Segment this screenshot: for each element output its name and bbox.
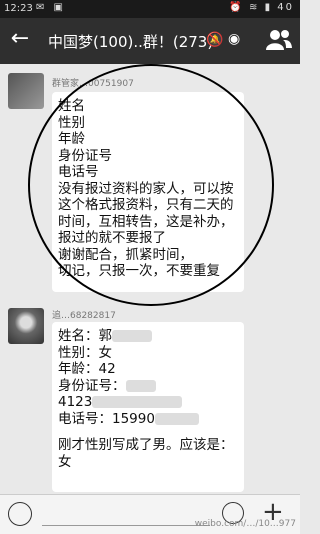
message-line: 性别 <box>58 114 85 131</box>
earpiece-icon: ◉ <box>228 31 241 47</box>
chat-title: 中国梦(100)..群！(273) <box>48 33 214 51</box>
back-arrow-icon[interactable]: ← <box>8 28 32 52</box>
avatar[interactable] <box>8 308 44 344</box>
message-line: 没有报过资料的家人，可以按 <box>58 180 234 197</box>
message-input[interactable] <box>42 525 210 526</box>
redaction-blur <box>125 379 156 392</box>
avatar[interactable] <box>8 73 44 109</box>
message-line: 身份证号 <box>58 147 112 164</box>
message-line: 4123 <box>58 394 238 411</box>
message-line: 性别：女 <box>58 344 112 361</box>
redaction-blur <box>112 330 152 342</box>
message-line: 女 <box>58 453 72 470</box>
message-line: 报过的就不要报了 <box>58 230 166 246</box>
signal-icon: ▮ <box>264 2 273 13</box>
message-line: 姓名：郭 <box>58 328 238 345</box>
message-line: 时间，互相转告，这是补办， <box>58 213 234 230</box>
redaction-blur <box>154 412 199 425</box>
chat-header: ← 中国梦(100)..群！(273) 🔕 ◉ <box>0 18 300 64</box>
message-line: 刚才性别写成了男。应该是： <box>58 437 234 453</box>
message-bubble[interactable]: 姓名 性别 年龄 身份证号 电话号 没有报过资料的家人，可以按 这个格式报资料，… <box>52 92 244 292</box>
clock: 12:23 <box>4 3 33 14</box>
battery-level: 40 <box>277 2 294 13</box>
redaction-blur <box>92 396 183 408</box>
message-line: 身份证号： <box>58 378 238 395</box>
group-members-icon[interactable] <box>266 28 292 52</box>
message-bubble[interactable]: 姓名：郭 性别：女 年龄：42 身份证号： 4123 电话号：15990 刚才性… <box>52 322 244 492</box>
message-line: 姓名 <box>58 98 85 114</box>
mute-icon: 🔕 <box>206 32 224 48</box>
message-line: 谢谢配合，抓紧时间， <box>58 246 193 263</box>
message-line: 切记，只报一次，不要重复 <box>58 263 220 279</box>
voice-icon[interactable] <box>8 502 32 526</box>
message-line: 年龄：42 <box>58 361 116 377</box>
alarm-icon: ⏰ <box>229 2 244 13</box>
wifi-icon: ≋ <box>248 2 260 13</box>
status-bar: 12:23 ✉ ▣ ⏰ ≋ ▮ 40 <box>0 0 300 18</box>
watermark: weibo.com/…/10…977 <box>194 519 296 529</box>
message-line: 电话号：15990 <box>58 411 238 428</box>
sender-nickname: 追…68282817 <box>52 311 116 321</box>
message-line: 这个格式报资料，只有二天的 <box>58 197 234 213</box>
notification-icons: ✉ ▣ <box>36 2 67 13</box>
message-line: 电话号 <box>58 164 99 180</box>
sender-nickname: 群管家…00751907 <box>52 79 134 89</box>
status-right: ⏰ ≋ ▮ 40 <box>229 2 294 13</box>
message-line: 年龄 <box>58 131 85 147</box>
